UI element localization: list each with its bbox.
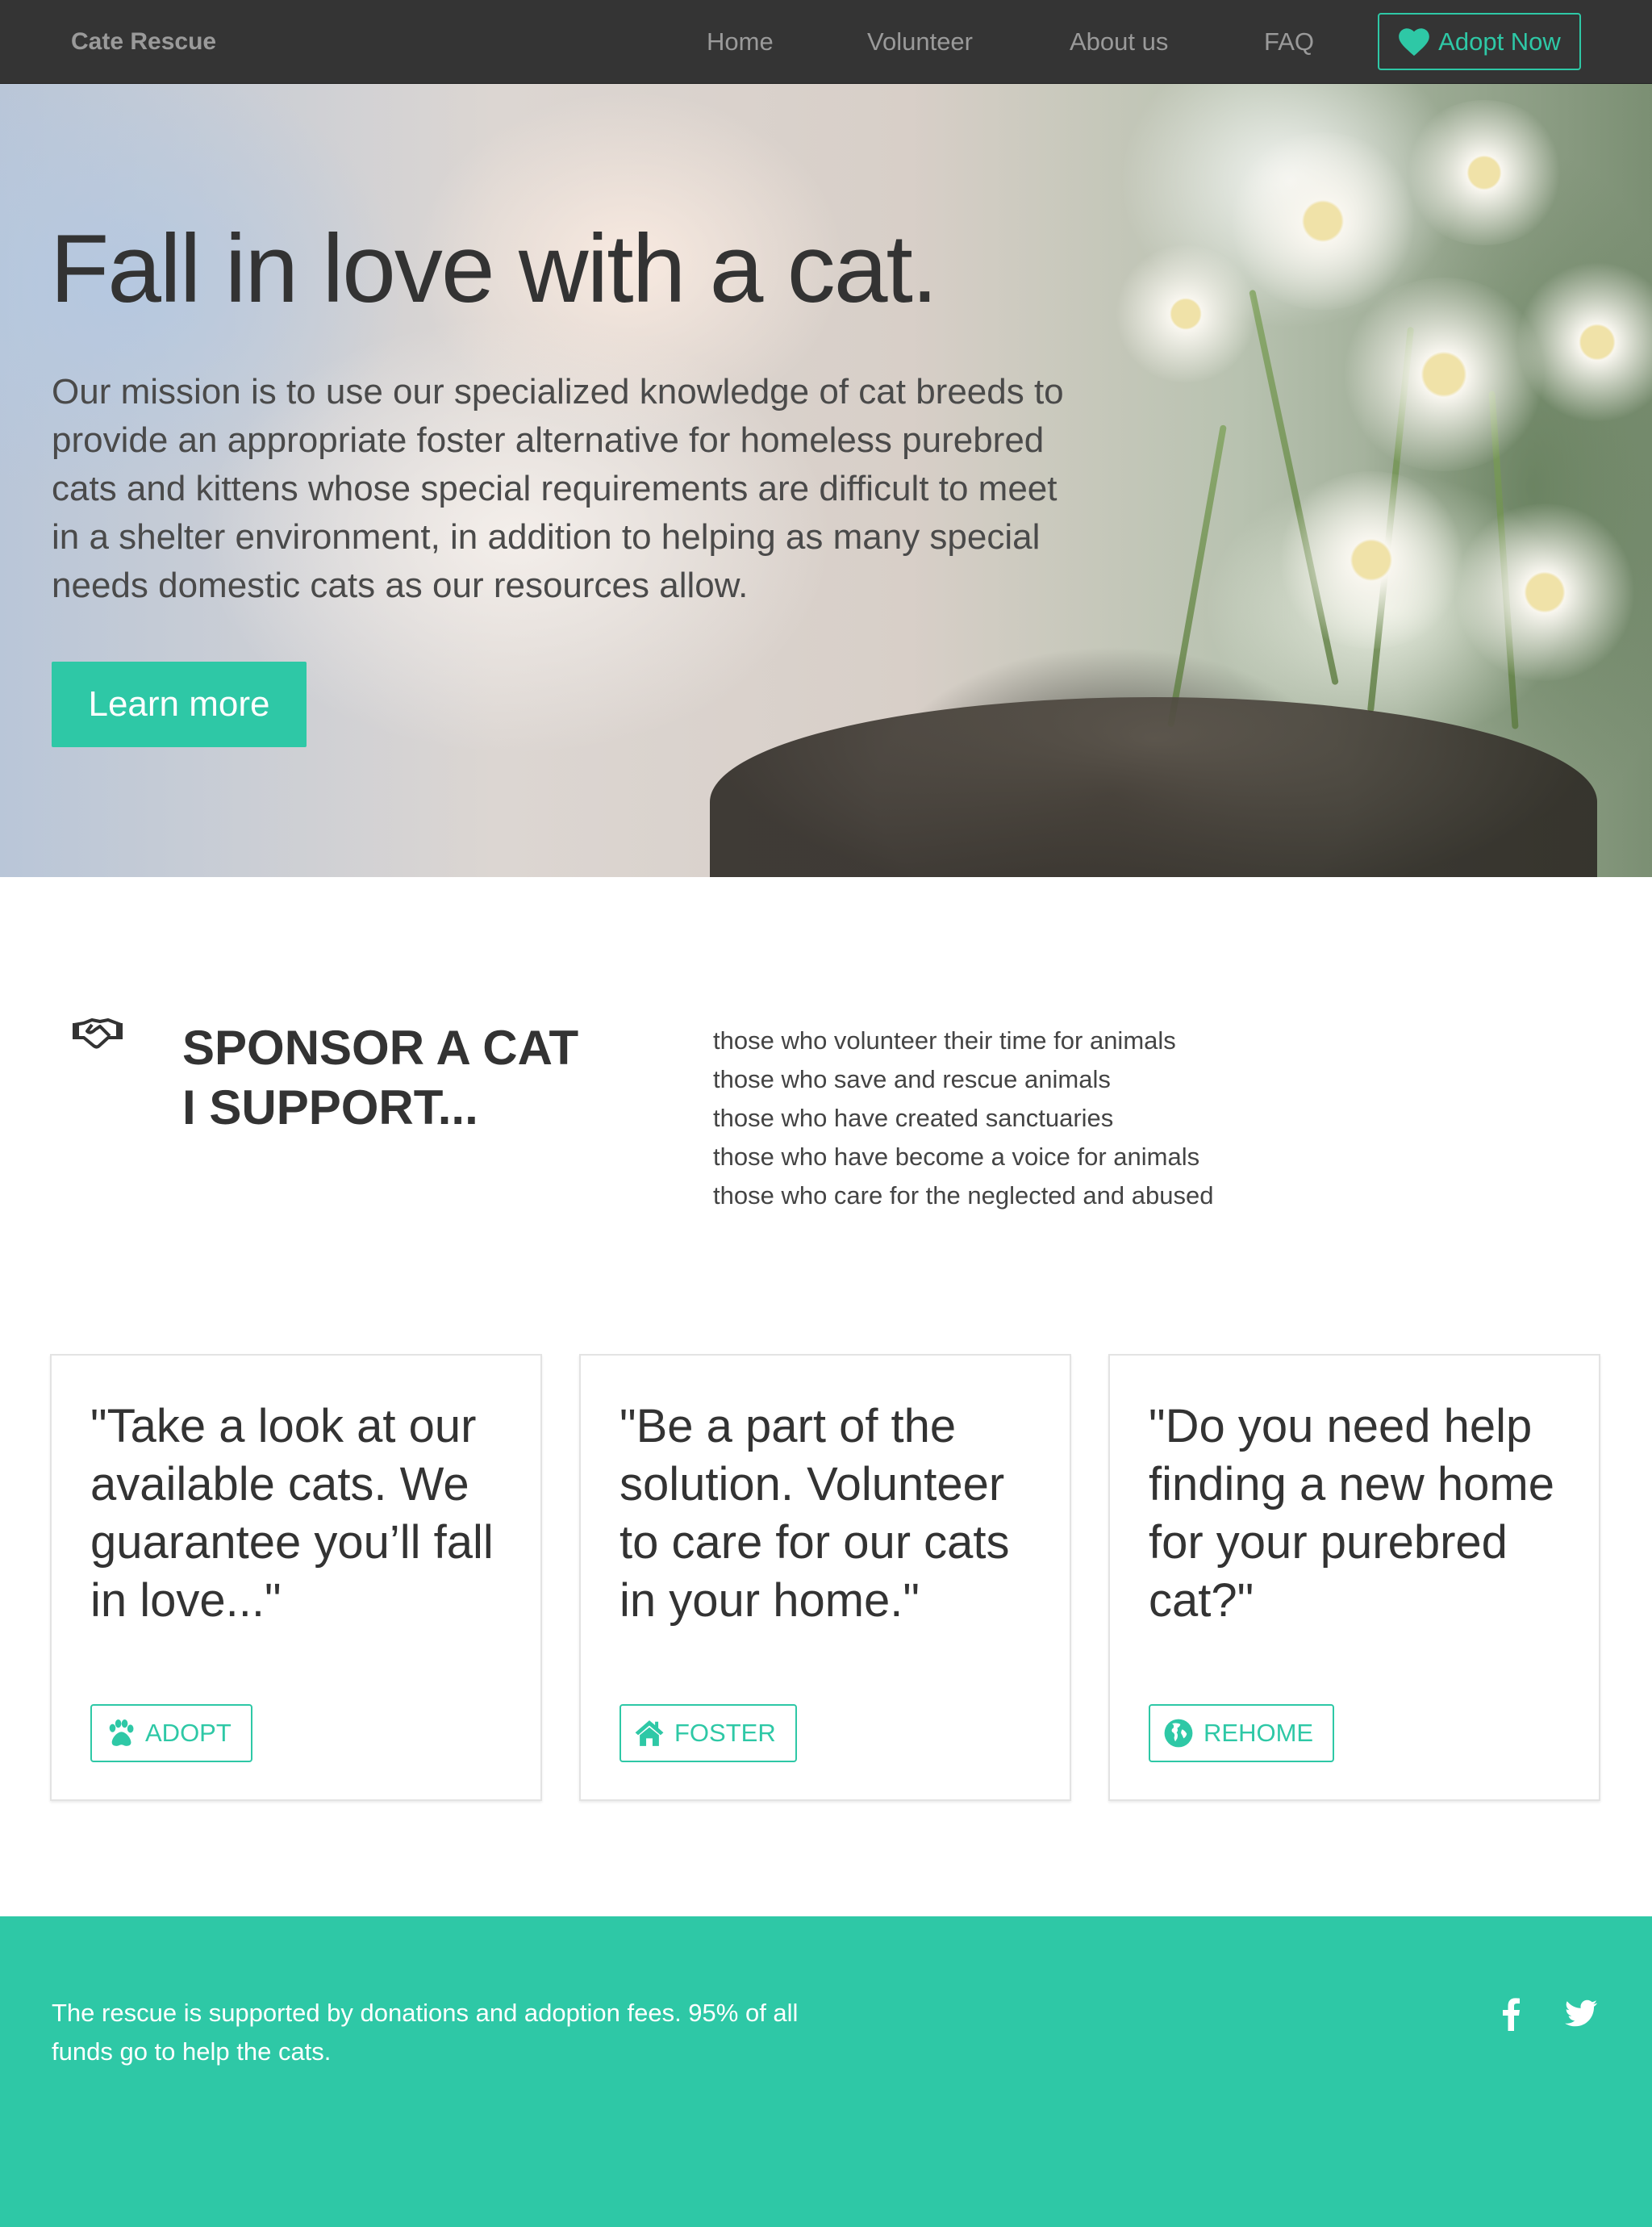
twitter-icon[interactable] [1562, 1994, 1600, 2033]
nav-link-about-us[interactable]: About us [1070, 0, 1168, 84]
flower-pot [710, 697, 1597, 877]
rehome-card: "Do you need help finding a new home for… [1108, 1354, 1600, 1801]
card-quote: "Be a part of the solution. Volunteer to… [620, 1400, 1010, 1627]
hero-banner: Fall in love with a cat. Our mission is … [0, 84, 1652, 877]
paw-icon [109, 1719, 134, 1746]
footer: The rescue is supported by donations and… [0, 1916, 1652, 2227]
learn-more-button[interactable]: Learn more [52, 662, 307, 747]
handshake-icon [73, 1018, 123, 1049]
brand-logo[interactable]: Cate Rescue [71, 0, 216, 84]
flower-blossom [1339, 278, 1549, 471]
sponsor-title-line-2: I SUPPORT... [182, 1080, 478, 1134]
flower-blossom [1274, 471, 1468, 649]
home-icon [635, 1720, 664, 1746]
sponsor-title: SPONSOR A CAT I SUPPORT... [182, 1018, 578, 1138]
sponsor-title-line-1: SPONSOR A CAT [182, 1021, 579, 1075]
adopt-button[interactable]: ADOPT [90, 1704, 252, 1762]
list-item: those who have created sanctuaries [713, 1104, 1114, 1132]
hero-mission-text: Our mission is to use our specialized kn… [52, 372, 1064, 605]
flower-blossom [1113, 245, 1258, 382]
rehome-button[interactable]: REHOME [1149, 1704, 1335, 1762]
nav-link-faq[interactable]: FAQ [1264, 0, 1314, 84]
adopt-now-button[interactable]: Adopt Now [1378, 13, 1581, 70]
list-item: those who volunteer their time for anima… [713, 1026, 1176, 1055]
adopt-now-label: Adopt Now [1438, 27, 1561, 56]
list-item: those who care for the neglected and abu… [713, 1181, 1214, 1210]
nav-link-home[interactable]: Home [707, 0, 774, 84]
flower-stem [1167, 424, 1227, 728]
foster-button-label: FOSTER [674, 1719, 776, 1747]
footer-text: The rescue is supported by donations and… [52, 1999, 799, 2066]
nav-link-volunteer[interactable]: Volunteer [867, 0, 973, 84]
card-quote: "Do you need help finding a new home for… [1149, 1400, 1554, 1627]
foster-card: "Be a part of the solution. Volunteer to… [579, 1354, 1071, 1801]
flower-blossom [1226, 132, 1420, 310]
hero-title: Fall in love with a cat. [50, 215, 938, 323]
card-quote: "Take a look at our available cats. We g… [90, 1400, 494, 1627]
navbar: Cate Rescue Home Volunteer About us FAQ … [0, 0, 1652, 84]
list-item: those who save and rescue animals [713, 1065, 1111, 1093]
heart-icon [1399, 27, 1429, 56]
list-item: those who have become a voice for animal… [713, 1143, 1200, 1171]
flower-blossom [1404, 100, 1565, 245]
support-list: those who volunteer their time for anima… [713, 1022, 1213, 1215]
adopt-card: "Take a look at our available cats. We g… [50, 1354, 542, 1801]
rehome-button-label: REHOME [1204, 1719, 1314, 1747]
flower-blossom [1452, 503, 1637, 681]
globe-icon [1164, 1719, 1193, 1748]
adopt-button-label: ADOPT [145, 1719, 232, 1747]
foster-button[interactable]: FOSTER [620, 1704, 797, 1762]
facebook-icon[interactable] [1492, 1994, 1531, 2033]
